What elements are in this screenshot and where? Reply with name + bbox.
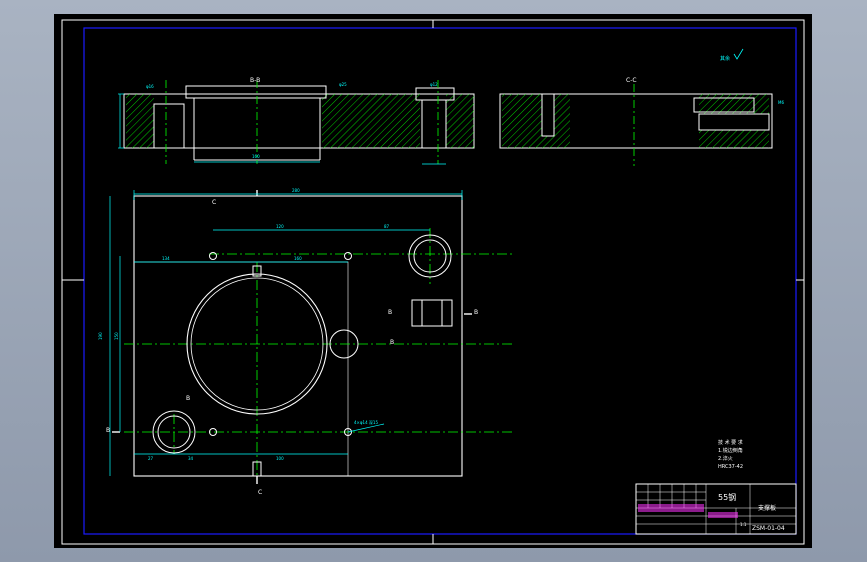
cad-drawing-canvas[interactable]: B-B φ16 φ25 φ12 160 C-C M6 其余 C C B B B …: [54, 14, 812, 548]
dim-190: 190: [98, 332, 103, 340]
title-drawing-number: ZSM-01-04: [752, 525, 785, 532]
dim-160-top: 160: [252, 154, 260, 159]
cut-marker-b-mid2: B: [390, 339, 394, 346]
cut-marker-b-mid: B: [388, 309, 392, 316]
section-label-b-b: B-B: [250, 77, 260, 84]
svg-text:技 术 要 求: 技 术 要 求: [718, 439, 743, 446]
dim-m6: M6: [778, 100, 784, 105]
dim-120: 120: [276, 224, 284, 229]
dim-27: 27: [148, 456, 154, 461]
cut-marker-b-right: B: [474, 309, 478, 316]
dim-87: 87: [384, 224, 390, 229]
title-part-name: 支撑板: [758, 504, 776, 512]
dim-280: 280: [292, 188, 300, 193]
section-label-c-c: C-C: [626, 77, 637, 84]
cut-marker-c-top: C: [212, 199, 216, 206]
frame-ticks: [62, 20, 804, 544]
cut-marker-c-bottom: C: [258, 489, 262, 496]
dim-150: 150: [114, 332, 119, 340]
outer-sheet-frame: [61, 19, 805, 545]
title-block: 55钢 支撑板 ZSM-01-04 1:1: [635, 483, 797, 535]
svg-text:其余: 其余: [720, 55, 730, 62]
dim-100: 100: [276, 456, 284, 461]
svg-text:HRC37-42: HRC37-42: [718, 464, 743, 470]
dim-phi12: φ12: [430, 82, 438, 87]
cut-marker-b-circle: B: [186, 395, 190, 402]
svg-text:2.淬火: 2.淬火: [718, 455, 733, 462]
svg-text:1.锐边倒角: 1.锐边倒角: [718, 447, 743, 454]
dim-160: 160: [294, 256, 302, 261]
dim-134: 134: [162, 256, 170, 261]
hole-callout: 4×φ14 深15: [354, 419, 378, 425]
roughness-symbol: 其余: [720, 48, 744, 62]
section-view-b-b: B-B φ16 φ25 φ12 160: [118, 77, 475, 165]
dim-34: 34: [188, 456, 194, 461]
title-material: 55钢: [718, 492, 736, 502]
section-view-c-c: C-C M6: [499, 77, 784, 166]
dim-phi25: φ25: [339, 82, 347, 87]
title-scale: 1:1: [740, 522, 747, 527]
technical-requirements: 技 术 要 求 1.锐边倒角 2.淬火 HRC37-42: [718, 439, 743, 470]
dim-phi16: φ16: [146, 84, 154, 89]
cad-viewport[interactable]: B-B φ16 φ25 φ12 160 C-C M6 其余 C C B B B …: [54, 14, 812, 548]
plan-view: C C B B B B B: [106, 190, 514, 496]
cut-marker-b-left: B: [106, 427, 110, 434]
